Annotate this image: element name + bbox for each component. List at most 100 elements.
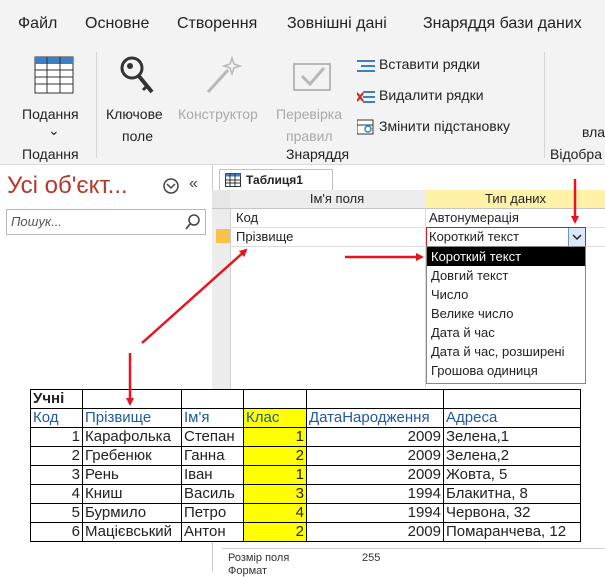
cell: Ганна	[181, 446, 244, 466]
column-header-data-type[interactable]: Тип даних	[426, 190, 605, 209]
view-button-label: Подання	[22, 106, 79, 122]
field-properties-panel: Розмір поля 255 Формат	[222, 548, 605, 577]
property-sheet-label-partial[interactable]: вла	[582, 124, 605, 140]
cell: 1	[243, 465, 307, 485]
data-type-combobox-value: Короткий текст	[429, 229, 520, 244]
menu-home[interactable]: Основне	[85, 15, 149, 33]
view-button[interactable]: Подання ⌄	[14, 52, 92, 142]
field-name-cell[interactable]: Код	[236, 209, 258, 227]
cell: Антон	[181, 522, 244, 542]
chevron-down-circle-icon[interactable]	[162, 177, 180, 195]
test-validation-label-1: Перевірка	[276, 106, 342, 122]
data-type-dropdown-list: Короткий текст Довгий текст Число Велике…	[426, 246, 586, 384]
cell: 2009	[306, 522, 444, 542]
primary-key-button[interactable]: Ключове поле	[100, 52, 174, 144]
tools-group-label: Знаряддя	[286, 146, 350, 162]
cell: 4	[30, 484, 83, 504]
nav-pane-title[interactable]: Усі об'єкт...	[7, 172, 128, 200]
insert-rows-label: Вставити рядки	[379, 56, 481, 72]
cell: Степан	[181, 427, 244, 447]
header-cell: ДатаНародження	[306, 408, 444, 428]
cell: 2	[30, 446, 83, 466]
cell: Бурмило	[82, 503, 182, 523]
dropdown-option[interactable]: Дата й час	[427, 323, 585, 342]
cell: Мацієвський	[82, 522, 182, 542]
cell: 2	[243, 522, 307, 542]
delete-rows-icon	[357, 91, 375, 104]
menu-file[interactable]: Файл	[18, 15, 57, 33]
modify-lookups-icon	[357, 119, 374, 135]
property-label: Розмір поля	[228, 552, 290, 564]
cell: Зелена,2	[443, 446, 581, 466]
dropdown-option[interactable]: Грошова одиниця	[427, 361, 585, 380]
cell: 1	[243, 427, 307, 447]
dropdown-option[interactable]: Дата й час, розширені	[427, 342, 585, 361]
menu-external-data[interactable]: Зовнішні дані	[287, 15, 387, 33]
builder-label: Конструктор	[178, 106, 258, 122]
field-name-cell[interactable]: Прізвище	[236, 228, 293, 246]
cell: 1	[30, 427, 83, 447]
builder-button[interactable]: Конструктор	[176, 52, 268, 142]
table-icon	[225, 173, 241, 187]
header-cell: Адреса	[443, 408, 581, 428]
cell: 2009	[306, 427, 444, 447]
dropdown-option[interactable]: Число	[427, 285, 585, 304]
data-type-combobox[interactable]: Короткий текст	[426, 227, 586, 247]
column-header-field-name[interactable]: Ім'я поля	[230, 190, 444, 209]
primary-key-label-2: поле	[122, 128, 154, 144]
nav-search-input[interactable]: Пошук...	[6, 209, 206, 235]
header-cell: Прізвище	[82, 408, 182, 428]
divider	[544, 52, 545, 158]
header-cell: Ім'я	[181, 408, 244, 428]
cell: Помаранчева, 12	[443, 522, 581, 542]
table-title: Учні	[30, 389, 83, 409]
modify-lookups-button[interactable]: Змінити підстановку	[357, 118, 510, 135]
cell: Зелена,1	[443, 427, 581, 447]
empty-cell	[181, 389, 244, 409]
dropdown-option[interactable]: Велике число	[427, 304, 585, 323]
magic-wand-icon	[206, 56, 242, 94]
header-cell: Код	[30, 408, 83, 428]
insert-rows-button[interactable]: Вставити рядки	[357, 56, 480, 73]
cell: Василь	[181, 484, 244, 504]
cell: 3	[243, 484, 307, 504]
key-icon	[120, 56, 154, 94]
cell: 6	[30, 522, 83, 542]
table-row: 3 Рень Іван 1 2009 Жовта, 5	[30, 465, 581, 485]
row-selector-current[interactable]	[216, 229, 230, 243]
header-cell: Клас	[243, 408, 307, 428]
cell: 1994	[306, 503, 444, 523]
cell: Петро	[181, 503, 244, 523]
cell: 2009	[306, 446, 444, 466]
cell: Червона, 32	[443, 503, 581, 523]
table-row: 1 Карафолька Степан 1 2009 Зелена,1	[30, 427, 581, 447]
menu-database-tools[interactable]: Знаряддя бази даних	[423, 15, 582, 33]
cell: 5	[30, 503, 83, 523]
data-type-cell[interactable]: Автонумерація	[429, 209, 519, 227]
cell: 2	[243, 446, 307, 466]
view-group-label: Подання	[22, 146, 79, 162]
test-validation-button[interactable]: Перевірка правил	[272, 52, 352, 144]
delete-rows-button[interactable]: Видалити рядки	[357, 87, 484, 104]
property-value[interactable]: 255	[362, 552, 380, 564]
table-row: 4 Книш Василь 3 1994 Блакитна, 8	[30, 484, 581, 504]
dropdown-option[interactable]: Короткий текст	[427, 247, 585, 266]
table-row: 5 Бурмило Петро 4 1994 Червона, 32	[30, 503, 581, 523]
table-row: 6 Мацієвський Антон 2 2009 Помаранчева, …	[30, 522, 581, 542]
tab-table1-label: Таблиця1	[246, 173, 303, 187]
students-table: Учні Код Прізвище Ім'я Клас ДатаНароджен…	[30, 389, 581, 542]
cell: 3	[30, 465, 83, 485]
menu-bar: Файл Основне Створення Зовнішні дані Зна…	[0, 0, 605, 46]
menu-create[interactable]: Створення	[177, 15, 257, 33]
cell: Рень	[82, 465, 182, 485]
cell: 2009	[306, 465, 444, 485]
search-icon[interactable]	[185, 214, 201, 230]
cell: Іван	[181, 465, 244, 485]
cell: 1994	[306, 484, 444, 504]
dropdown-option[interactable]: Довгий текст	[427, 266, 585, 285]
row-selector-header	[212, 190, 230, 209]
tab-table1[interactable]: Таблиця1	[219, 169, 333, 190]
test-validation-label-2: правил	[286, 128, 333, 144]
collapse-pane-icon[interactable]: «	[189, 175, 198, 193]
dropdown-button[interactable]	[568, 228, 585, 246]
